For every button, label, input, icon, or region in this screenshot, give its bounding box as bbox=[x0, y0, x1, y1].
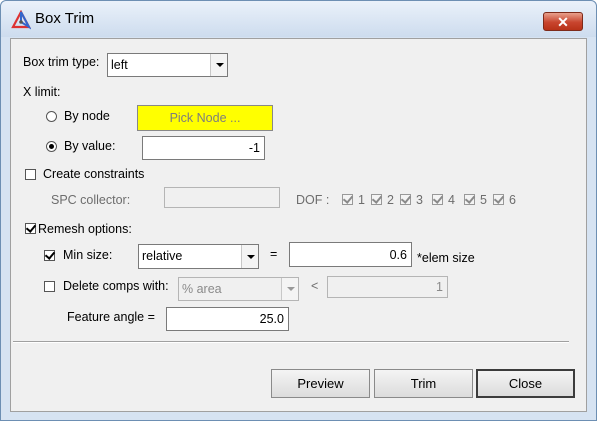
chevron-down-icon[interactable] bbox=[241, 245, 258, 268]
by-value-input[interactable] bbox=[142, 136, 265, 160]
spc-collector-field[interactable] bbox=[164, 187, 280, 208]
window-close-button[interactable]: ✕ bbox=[543, 12, 583, 31]
feature-angle-label: Feature angle = bbox=[67, 310, 155, 324]
by-node-radio[interactable] bbox=[46, 111, 57, 122]
feature-angle-input[interactable] bbox=[166, 307, 289, 331]
elem-size-unit: *elem size bbox=[417, 251, 475, 265]
dof-1-checkbox[interactable] bbox=[342, 194, 353, 205]
box-trim-type-value: left bbox=[111, 58, 128, 72]
spc-collector-label: SPC collector: bbox=[51, 193, 131, 207]
box-trim-type-select[interactable]: left bbox=[107, 53, 228, 77]
dof-5-checkbox[interactable] bbox=[464, 194, 475, 205]
dof-2-checkbox[interactable] bbox=[371, 194, 382, 205]
app-triangle-icon bbox=[11, 10, 31, 30]
dof-3-label: 3 bbox=[416, 193, 423, 207]
chevron-down-icon[interactable] bbox=[210, 54, 227, 76]
delete-comps-input[interactable] bbox=[327, 276, 448, 298]
dof-3-checkbox[interactable] bbox=[400, 194, 411, 205]
delete-comps-mode-select[interactable]: % area bbox=[178, 277, 299, 301]
dof-4-label: 4 bbox=[448, 193, 455, 207]
dof-5-label: 5 bbox=[480, 193, 487, 207]
create-constraints-checkbox[interactable] bbox=[25, 169, 36, 180]
remesh-options-label: Remesh options: bbox=[38, 222, 132, 236]
remesh-options-checkbox[interactable] bbox=[25, 223, 36, 234]
by-node-label: By node bbox=[64, 109, 110, 123]
close-x-icon: ✕ bbox=[557, 14, 569, 30]
create-constraints-label: Create constraints bbox=[43, 167, 145, 181]
less-than-sign: < bbox=[311, 279, 319, 293]
divider bbox=[13, 341, 569, 343]
dialog-body: Box trim type: left X limit: By node Pic… bbox=[10, 38, 587, 412]
dof-2-label: 2 bbox=[387, 193, 394, 207]
delete-comps-label: Delete comps with: bbox=[63, 279, 169, 293]
box-trim-type-label: Box trim type: bbox=[23, 55, 100, 69]
x-limit-label: X limit: bbox=[23, 85, 61, 99]
by-value-label: By value: bbox=[64, 139, 116, 153]
chevron-down-icon[interactable] bbox=[281, 278, 298, 300]
equals-sign: = bbox=[270, 247, 278, 261]
min-size-label: Min size: bbox=[63, 248, 113, 262]
dof-4-checkbox[interactable] bbox=[432, 194, 443, 205]
pick-node-button[interactable]: Pick Node ... bbox=[137, 105, 273, 131]
delete-comps-mode-value: % area bbox=[182, 282, 222, 296]
preview-button[interactable]: Preview bbox=[271, 369, 370, 398]
title-bar[interactable]: Box Trim ✕ bbox=[1, 1, 596, 37]
close-button[interactable]: Close bbox=[476, 369, 575, 398]
dof-1-label: 1 bbox=[358, 193, 365, 207]
dof-6-checkbox[interactable] bbox=[493, 194, 504, 205]
by-value-radio[interactable] bbox=[46, 141, 57, 152]
window-title: Box Trim bbox=[35, 10, 95, 27]
box-trim-dialog: Box Trim ✕ Box trim type: left X limit: … bbox=[0, 0, 597, 421]
trim-button[interactable]: Trim bbox=[374, 369, 473, 398]
min-size-mode-value: relative bbox=[142, 249, 183, 263]
dof-6-label: 6 bbox=[509, 193, 516, 207]
delete-comps-checkbox[interactable] bbox=[44, 281, 55, 292]
min-size-mode-select[interactable]: relative bbox=[138, 244, 259, 269]
min-size-input[interactable] bbox=[289, 242, 412, 267]
min-size-checkbox[interactable] bbox=[44, 250, 55, 261]
dof-label: DOF : bbox=[296, 193, 330, 207]
